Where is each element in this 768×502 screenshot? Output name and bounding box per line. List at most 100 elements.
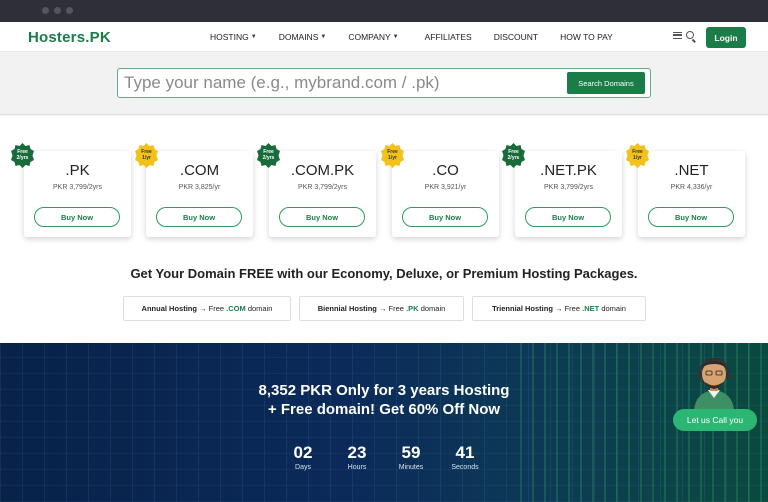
nav-domains[interactable]: DOMAINS ▼ bbox=[279, 32, 327, 42]
free-badge-icon: Free 2/yrs bbox=[10, 143, 35, 168]
countdown-label: Hours bbox=[347, 464, 367, 471]
countdown-days: 02 Days bbox=[283, 443, 323, 471]
nav-company[interactable]: COMPANY ▼ bbox=[348, 32, 398, 42]
package-ext: .PK bbox=[406, 304, 419, 313]
countdown-label: Seconds bbox=[451, 464, 479, 471]
package-plan: Annual Hosting bbox=[141, 304, 197, 313]
buy-now-button[interactable]: Buy Now bbox=[648, 207, 734, 227]
free-badge-icon: Free 2/yrs bbox=[501, 143, 526, 168]
package-suffix: domain bbox=[247, 304, 273, 313]
countdown-value: 41 bbox=[455, 443, 475, 462]
site-logo[interactable]: Hosters.PK bbox=[28, 29, 111, 46]
package-triennial[interactable]: Triennial Hosting → Free .NET domain bbox=[472, 296, 646, 321]
window-title-bar bbox=[0, 0, 768, 22]
buy-now-button[interactable]: Buy Now bbox=[156, 207, 242, 227]
domain-card-pk: .PK PKR 3,799/2yrs Buy Now bbox=[24, 151, 131, 237]
domain-card-net-pk: .NET.PK PKR 3,799/2yrs Buy Now bbox=[515, 151, 622, 237]
nav-how-to-pay[interactable]: HOW TO PAY bbox=[560, 32, 613, 42]
countdown-value: 02 bbox=[293, 443, 313, 462]
free-badge-icon: Free 1/yr bbox=[134, 143, 159, 168]
nav-discount-label: DISCOUNT bbox=[493, 32, 539, 42]
domain-price: PKR 3,825/yr bbox=[178, 184, 221, 191]
buy-now-button[interactable]: Buy Now bbox=[34, 207, 120, 227]
package-plan: Biennial Hosting bbox=[317, 304, 377, 313]
nav-discount[interactable]: DISCOUNT bbox=[494, 32, 538, 42]
window-maximize-icon[interactable] bbox=[66, 7, 73, 14]
countdown-label: Minutes bbox=[398, 464, 424, 471]
free-domain-headline: Get Your Domain FREE with our Economy, D… bbox=[130, 266, 638, 281]
countdown-value: 59 bbox=[401, 443, 421, 462]
package-annual[interactable]: Annual Hosting → Free .COM domain bbox=[123, 296, 291, 321]
domain-card-com: .COM PKR 3,825/yr Buy Now bbox=[146, 151, 253, 237]
search-icon[interactable] bbox=[686, 31, 694, 39]
nav-domains-label: DOMAINS bbox=[278, 32, 319, 42]
free-badge-icon: Free 1/yr bbox=[625, 143, 650, 168]
window-close-icon[interactable] bbox=[42, 7, 49, 14]
countdown-timer: 02 Days 23 Hours 59 Minutes 41 Seconds bbox=[0, 443, 768, 471]
window-minimize-icon[interactable] bbox=[54, 7, 61, 14]
free-badge-label: Free 1/yr bbox=[632, 149, 643, 161]
domain-price: PKR 4,336/yr bbox=[670, 184, 713, 191]
offer-line-2: + Free domain! Get 60% Off Now bbox=[267, 401, 501, 418]
hosting-offer-banner: 8,352 PKR Only for 3 years Hosting + Fre… bbox=[0, 343, 768, 502]
nav-affiliates[interactable]: AFFILIATES bbox=[425, 32, 472, 42]
nav-hosting-label: HOSTING bbox=[210, 32, 249, 42]
countdown-seconds: 41 Seconds bbox=[445, 443, 485, 471]
free-badge-icon: Free 1/yr bbox=[380, 143, 405, 168]
domain-search-box: Search Domains bbox=[117, 68, 651, 98]
call-me-button[interactable]: Let us Call you bbox=[673, 409, 757, 431]
domain-card-com-pk: .COM.PK PKR 3,799/2yrs Buy Now bbox=[269, 151, 376, 237]
package-plan: Triennial Hosting bbox=[492, 304, 553, 313]
domain-extension: .COM.PK bbox=[290, 162, 355, 179]
domain-price: PKR 3,799/2yrs bbox=[297, 184, 348, 191]
free-badge-label: Free 2/yrs bbox=[262, 149, 275, 161]
free-badge-label: Free 1/yr bbox=[387, 149, 398, 161]
menu-icon[interactable] bbox=[673, 31, 682, 39]
domain-extension: .CO bbox=[432, 162, 459, 179]
domain-search-band: Search Domains bbox=[0, 53, 768, 115]
free-badge-label: Free 2/yrs bbox=[16, 149, 29, 161]
caret-down-icon: ▼ bbox=[392, 34, 399, 40]
nav-company-label: COMPANY bbox=[348, 32, 391, 42]
countdown-label: Days bbox=[295, 464, 311, 471]
main-nav: HOSTING ▼ DOMAINS ▼ COMPANY ▼ AFFILIATES DI… bbox=[210, 22, 635, 52]
domain-price: PKR 3,921/yr bbox=[424, 184, 467, 191]
package-biennial[interactable]: Biennial Hosting → Free .PK domain bbox=[299, 296, 464, 321]
caret-down-icon: ▼ bbox=[320, 34, 327, 40]
caret-down-icon: ▼ bbox=[250, 34, 257, 40]
offer-line-1: 8,352 PKR Only for 3 years Hosting bbox=[258, 382, 510, 399]
package-ext: .NET bbox=[582, 304, 600, 313]
domain-extension: .NET.PK bbox=[540, 162, 597, 179]
nav-affiliates-label: AFFILIATES bbox=[424, 32, 472, 42]
domain-search-input[interactable] bbox=[124, 72, 564, 94]
domain-extension: .NET bbox=[674, 162, 709, 179]
package-arrow: → Free bbox=[199, 304, 225, 313]
package-arrow: → Free bbox=[555, 304, 581, 313]
buy-now-button[interactable]: Buy Now bbox=[525, 207, 611, 227]
buy-now-button[interactable]: Buy Now bbox=[279, 207, 365, 227]
domain-price: PKR 3,799/2yrs bbox=[52, 184, 103, 191]
countdown-value: 23 bbox=[347, 443, 367, 462]
support-agent-icon[interactable] bbox=[688, 352, 740, 410]
free-badge-icon: Free 2/yrs bbox=[256, 143, 281, 168]
free-badge-label: Free 1/yr bbox=[141, 149, 152, 161]
domain-card-co: .CO PKR 3,921/yr Buy Now bbox=[392, 151, 499, 237]
domain-card-net: .NET PKR 4,336/yr Buy Now bbox=[638, 151, 745, 237]
package-suffix: domain bbox=[420, 304, 446, 313]
domain-extension: .PK bbox=[65, 162, 90, 179]
package-arrow: → Free bbox=[378, 304, 404, 313]
free-badge-label: Free 2/yrs bbox=[507, 149, 520, 161]
countdown-hours: 23 Hours bbox=[337, 443, 377, 471]
nav-hosting[interactable]: HOSTING ▼ bbox=[210, 32, 257, 42]
countdown-minutes: 59 Minutes bbox=[391, 443, 431, 471]
login-button[interactable]: Login bbox=[706, 27, 746, 48]
package-ext: .COM bbox=[226, 304, 246, 313]
domain-extension: .COM bbox=[179, 162, 220, 179]
search-domains-button[interactable]: Search Domains bbox=[567, 72, 645, 94]
package-suffix: domain bbox=[601, 304, 626, 313]
nav-how-to-pay-label: HOW TO PAY bbox=[560, 32, 613, 42]
site-header: Hosters.PK HOSTING ▼ DOMAINS ▼ COMPANY ▼ AF… bbox=[0, 22, 768, 52]
buy-now-button[interactable]: Buy Now bbox=[402, 207, 488, 227]
domain-price: PKR 3,799/2yrs bbox=[543, 184, 594, 191]
offer-headline: 8,352 PKR Only for 3 years Hosting + Fre… bbox=[0, 381, 768, 419]
